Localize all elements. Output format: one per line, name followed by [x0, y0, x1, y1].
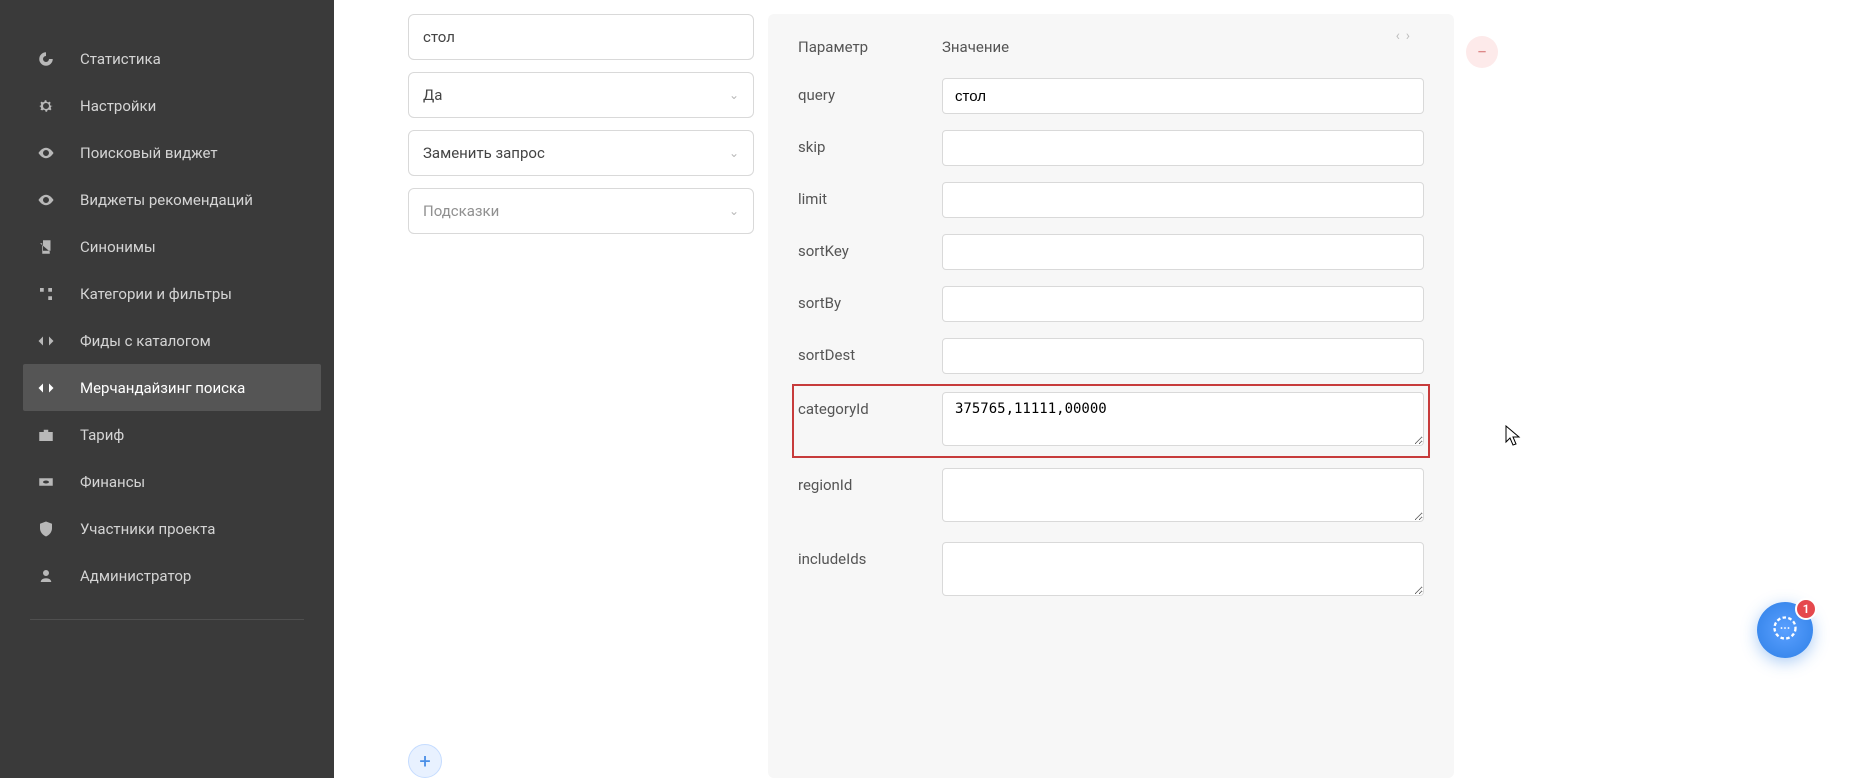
- sidebar-item-label: Виджеты рекомендаций: [80, 191, 253, 209]
- person-icon: [36, 566, 56, 586]
- param-input-regionId[interactable]: [942, 468, 1424, 522]
- param-label: categoryId: [798, 392, 942, 418]
- copy-icon: [36, 237, 56, 257]
- chevron-down-icon: ⌄: [729, 204, 739, 218]
- sidebar-item-11[interactable]: Администратор: [0, 552, 334, 599]
- query-text-value: стол: [423, 28, 455, 46]
- param-label: sortKey: [798, 234, 942, 260]
- active-select[interactable]: Да ⌄: [408, 72, 754, 118]
- param-input-sortBy[interactable]: [942, 286, 1424, 322]
- add-button[interactable]: +: [408, 744, 442, 778]
- sidebar-item-3[interactable]: Виджеты рекомендаций: [0, 176, 334, 223]
- sidebar-item-label: Администратор: [80, 567, 191, 585]
- param-label: sortBy: [798, 286, 942, 312]
- panel-header: Параметр Значение: [798, 38, 1424, 56]
- gear-icon: [36, 96, 56, 116]
- params-table: query skip limit sortKey sortBy sortDest categ…: [798, 78, 1424, 600]
- param-input-skip[interactable]: [942, 130, 1424, 166]
- sidebar-item-label: Поисковый виджет: [80, 144, 218, 162]
- param-label: query: [798, 78, 942, 104]
- param-input-categoryId[interactable]: [942, 392, 1424, 446]
- panel-pager: ‹ ›: [1396, 28, 1410, 44]
- eye-icon: [36, 190, 56, 210]
- param-input-query[interactable]: [942, 78, 1424, 114]
- sidebar-item-4[interactable]: Синонимы: [0, 223, 334, 270]
- minus-icon: −: [1477, 42, 1487, 63]
- sidebar-item-label: Мерчандайзинг поиска: [80, 379, 245, 397]
- sidebar-item-label: Синонимы: [80, 238, 156, 256]
- header-param: Параметр: [798, 38, 942, 56]
- remove-panel-button[interactable]: −: [1466, 36, 1498, 68]
- sidebar: Статистика Настройки Поисковый виджет Видже…: [0, 0, 334, 778]
- sidebar-item-label: Финансы: [80, 473, 145, 491]
- sidebar-item-2[interactable]: Поисковый виджет: [0, 129, 334, 176]
- action-select[interactable]: Заменить запрос ⌄: [408, 130, 754, 176]
- donut-icon: [36, 49, 56, 69]
- sidebar-item-5[interactable]: Категории и фильтры: [0, 270, 334, 317]
- suggest-select[interactable]: Подсказки ⌄: [408, 188, 754, 234]
- param-input-limit[interactable]: [942, 182, 1424, 218]
- sidebar-item-7[interactable]: Мерчандайзинг поиска: [23, 364, 321, 411]
- param-row-skip: skip: [798, 130, 1424, 166]
- left-controls: стол Да ⌄ Заменить запрос ⌄ Подсказки ⌄ …: [408, 14, 754, 778]
- sidebar-item-label: Настройки: [80, 97, 156, 115]
- chat-badge: 1: [1795, 598, 1817, 620]
- main-content: стол Да ⌄ Заменить запрос ⌄ Подсказки ⌄ …: [334, 0, 1873, 778]
- code-icon: [36, 331, 56, 351]
- sidebar-item-6[interactable]: Фиды с каталогом: [0, 317, 334, 364]
- header-value: Значение: [942, 38, 1009, 56]
- param-row-limit: limit: [798, 182, 1424, 218]
- sidebar-item-0[interactable]: Статистика: [0, 35, 334, 82]
- pager-prev[interactable]: ‹: [1396, 28, 1400, 44]
- param-row-sortBy: sortBy: [798, 286, 1424, 322]
- param-row-query: query: [798, 78, 1424, 114]
- sidebar-item-8[interactable]: Тариф: [0, 411, 334, 458]
- tree-icon: [36, 284, 56, 304]
- query-text-input[interactable]: стол: [408, 14, 754, 60]
- action-select-value: Заменить запрос: [423, 144, 545, 162]
- param-label: regionId: [798, 468, 942, 494]
- sidebar-item-label: Тариф: [80, 426, 124, 444]
- param-label: includeIds: [798, 542, 942, 568]
- active-select-value: Да: [423, 86, 442, 104]
- param-row-regionId: regionId: [798, 468, 1424, 526]
- eye-icon: [36, 143, 56, 163]
- param-row-categoryId: categoryId: [798, 390, 1424, 452]
- plus-icon: +: [419, 749, 430, 773]
- pager-next[interactable]: ›: [1406, 28, 1410, 44]
- param-input-sortDest[interactable]: [942, 338, 1424, 374]
- param-input-sortKey[interactable]: [942, 234, 1424, 270]
- sidebar-item-10[interactable]: Участники проекта: [0, 505, 334, 552]
- sidebar-divider: [30, 619, 304, 620]
- chat-icon: [1771, 614, 1799, 646]
- sidebar-item-9[interactable]: Финансы: [0, 458, 334, 505]
- param-label: limit: [798, 182, 942, 208]
- sidebar-item-label: Статистика: [80, 50, 161, 68]
- sidebar-item-label: Участники проекта: [80, 520, 215, 538]
- sidebar-item-label: Фиды с каталогом: [80, 332, 211, 350]
- params-panel: ‹ › − Параметр Значение queryskiplimitso…: [768, 14, 1454, 778]
- shield-icon: [36, 519, 56, 539]
- chat-button[interactable]: 1: [1757, 602, 1813, 658]
- code-icon: [36, 378, 56, 398]
- cash-icon: [36, 472, 56, 492]
- param-input-includeIds[interactable]: [942, 542, 1424, 596]
- suggest-select-value: Подсказки: [423, 202, 499, 220]
- sidebar-item-1[interactable]: Настройки: [0, 82, 334, 129]
- briefcase-icon: [36, 425, 56, 445]
- param-row-sortKey: sortKey: [798, 234, 1424, 270]
- sidebar-item-label: Категории и фильтры: [80, 285, 232, 303]
- chevron-down-icon: ⌄: [729, 88, 739, 102]
- param-label: sortDest: [798, 338, 942, 364]
- chevron-down-icon: ⌄: [729, 146, 739, 160]
- param-row-includeIds: includeIds: [798, 542, 1424, 600]
- param-label: skip: [798, 130, 942, 156]
- param-row-sortDest: sortDest: [798, 338, 1424, 374]
